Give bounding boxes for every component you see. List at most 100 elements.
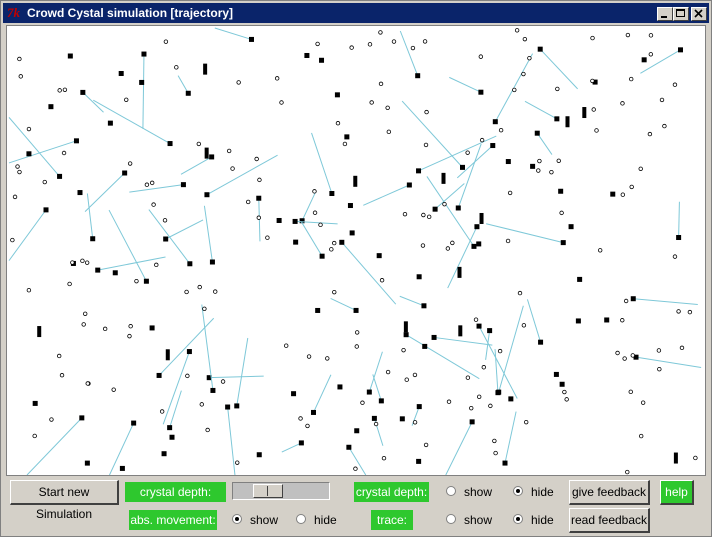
idle-agent-marker: [306, 354, 312, 359]
close-button[interactable]: [691, 7, 707, 21]
radio-indicator[interactable]: [513, 514, 523, 524]
agent-marker: [180, 182, 186, 188]
agent-marker: [112, 270, 118, 276]
idle-agent-marker: [638, 433, 644, 439]
agent-marker: [502, 460, 508, 466]
give-feedback-button[interactable]: give feedback: [569, 480, 650, 505]
agent-marker: [315, 307, 321, 313]
trace-label: trace:: [371, 510, 413, 530]
agent-marker: [575, 318, 581, 324]
idle-agent-marker: [318, 222, 323, 228]
minimize-button[interactable]: [657, 7, 673, 21]
idle-agent-marker: [298, 416, 303, 421]
idle-agent-marker: [401, 347, 406, 353]
trajectory-trace: [313, 374, 332, 413]
trajectory-trace: [8, 140, 77, 164]
read-feedback-button[interactable]: read feedback: [569, 508, 650, 533]
trajectory-trace: [129, 184, 184, 193]
radio-label: hide: [531, 513, 554, 527]
trace-hide-radio[interactable]: hide: [513, 512, 563, 528]
maximize-button[interactable]: [673, 7, 689, 21]
radio-indicator[interactable]: [446, 514, 456, 524]
app-window: 7k Crowd Cystal simulation [trajectory] …: [0, 0, 712, 537]
idle-agent-marker: [10, 237, 15, 243]
idle-agent-marker: [478, 54, 484, 59]
crystal-depth-show-radio[interactable]: show: [446, 484, 506, 500]
window-title: Crowd Cystal simulation [trajectory]: [27, 6, 234, 20]
start-simulation-button[interactable]: Start new Simulation: [10, 480, 119, 521]
trajectory-trace: [478, 325, 518, 399]
title-bar[interactable]: 7k Crowd Cystal simulation [trajectory]: [3, 3, 709, 23]
idle-agent-marker: [32, 433, 37, 439]
trajectory-trace: [433, 336, 493, 346]
idle-agent-marker: [410, 45, 416, 51]
idle-agent-marker: [85, 381, 90, 386]
trajectory-trace: [341, 241, 397, 305]
idle-agent-marker: [638, 166, 643, 171]
idle-agent-marker: [648, 52, 654, 57]
radio-indicator[interactable]: [296, 514, 306, 524]
idle-agent-marker: [514, 28, 520, 33]
abs-movement-show-radio[interactable]: show: [232, 512, 292, 528]
slider-thumb[interactable]: [253, 484, 283, 498]
idle-agent-marker: [620, 318, 625, 323]
idle-agent-marker: [657, 366, 662, 372]
abs-movement-hide-radio[interactable]: hide: [296, 512, 356, 528]
idle-agent-marker: [469, 405, 474, 411]
agent-marker: [641, 57, 647, 63]
agent-marker: [577, 276, 583, 282]
close-icon: [694, 9, 703, 18]
agent-marker: [225, 404, 231, 410]
trajectory-trace: [86, 193, 94, 239]
idle-agent-marker: [67, 281, 72, 287]
crystal-depth-slider[interactable]: [232, 482, 330, 500]
idle-agent-marker: [420, 243, 426, 248]
idle-agent-marker: [424, 109, 429, 115]
agent-marker: [79, 415, 85, 421]
agent-marker: [77, 190, 83, 196]
idle-agent-marker: [555, 86, 560, 92]
radio-indicator[interactable]: [232, 514, 242, 524]
help-button[interactable]: help: [660, 480, 694, 505]
trajectory-trace: [445, 421, 473, 475]
idle-agent-marker: [102, 326, 108, 332]
simulation-canvas[interactable]: [6, 25, 706, 476]
idle-agent-marker: [590, 78, 595, 84]
idle-agent-marker: [445, 246, 451, 251]
agent-marker: [457, 266, 462, 278]
agent-marker: [32, 400, 38, 406]
radio-indicator[interactable]: [513, 486, 523, 496]
idle-agent-marker: [562, 389, 567, 395]
agent-marker: [304, 52, 310, 58]
crystal-depth-hide-radio[interactable]: hide: [513, 484, 563, 500]
trajectory-trace: [526, 299, 542, 343]
agent-marker: [416, 274, 422, 280]
trajectory-trace: [348, 447, 367, 475]
idle-agent-marker: [476, 394, 482, 399]
agent-marker: [416, 168, 422, 174]
agent-marker: [26, 151, 32, 157]
agent-marker: [210, 387, 216, 393]
minimize-icon: [661, 16, 667, 18]
agent-marker: [167, 141, 173, 147]
idle-agent-marker: [81, 322, 86, 327]
idle-agent-marker: [656, 348, 662, 353]
idle-agent-marker: [522, 36, 528, 42]
idle-agent-marker: [672, 82, 678, 87]
idle-agent-marker: [481, 365, 487, 370]
agent-marker: [167, 425, 173, 431]
trajectory-trace: [635, 356, 702, 369]
idle-agent-marker: [56, 353, 62, 359]
idle-agent-marker: [83, 311, 88, 316]
idle-agent-marker: [196, 141, 202, 147]
idle-agent-marker: [257, 177, 262, 183]
idle-agent-marker: [305, 423, 310, 429]
agent-marker: [256, 195, 262, 201]
idle-agent-marker: [594, 128, 599, 133]
agent-marker: [490, 143, 496, 149]
radio-indicator[interactable]: [446, 486, 456, 496]
idle-agent-marker: [84, 260, 90, 265]
trace-show-radio[interactable]: show: [446, 512, 506, 528]
agent-marker: [149, 325, 155, 331]
agent-marker: [353, 307, 359, 313]
